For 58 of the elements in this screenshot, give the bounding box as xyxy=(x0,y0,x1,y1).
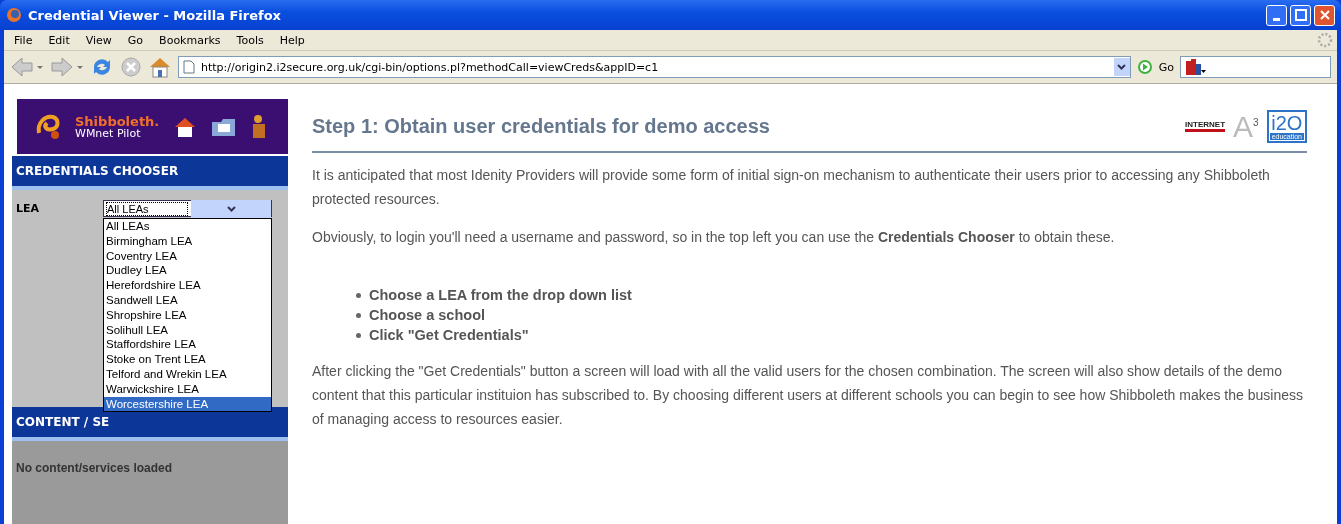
dropdown-option[interactable]: Stoke on Trent LEA xyxy=(104,352,271,367)
step-text: Choose a LEA from the drop down list xyxy=(369,286,632,305)
throbber-icon xyxy=(1317,32,1333,48)
go-icon[interactable] xyxy=(1136,59,1153,75)
menu-item[interactable]: Tools xyxy=(230,33,270,47)
people-icon[interactable] xyxy=(251,113,266,140)
minimize-button[interactable] xyxy=(1266,4,1287,26)
field-label: LEA xyxy=(16,202,40,215)
dropdown-option[interactable]: Herefordshire LEA xyxy=(104,278,271,293)
dropdown-option[interactable]: All LEAs xyxy=(104,219,271,234)
empty-message: No content/services loaded xyxy=(12,441,288,524)
dropdown-option[interactable]: Telford and Wrekin LEA xyxy=(104,366,271,382)
lea-select[interactable]: All LEAs xyxy=(103,200,272,217)
menu-item[interactable]: Go xyxy=(121,33,150,47)
page-icon xyxy=(183,60,195,74)
bullet-icon xyxy=(356,332,361,338)
dropdown-option[interactable]: Shropshire LEA xyxy=(104,307,271,323)
bullet-icon xyxy=(356,312,361,318)
step-text: Click "Get Credentials" xyxy=(369,326,529,345)
internet2-logo: INTERNET xyxy=(1185,121,1226,132)
maximize-button[interactable] xyxy=(1290,4,1311,26)
a3-logo: A$^{3}$ xyxy=(1233,111,1259,142)
menu-item[interactable]: Bookmarks xyxy=(153,33,227,47)
dropdown-option[interactable]: Worcestershire LEA xyxy=(104,396,271,412)
page-heading: Step 1: Obtain user credentials for demo access xyxy=(312,115,770,138)
chevron-icon xyxy=(1117,64,1127,70)
address-field[interactable]: http://origin2.i2secure.org.uk/cgi-bin/options.pl?methodCall=viewCreds&appID=c1 xyxy=(178,56,1131,78)
maximize-icon xyxy=(1294,9,1307,21)
close-button[interactable] xyxy=(1314,4,1335,26)
books-icon xyxy=(1185,58,1207,76)
menu-item[interactable]: View xyxy=(79,33,118,47)
dropdown-button[interactable] xyxy=(1113,58,1130,76)
menu-item[interactable]: Help xyxy=(273,33,311,47)
minimize-icon xyxy=(1273,17,1280,21)
firefox-icon xyxy=(6,7,22,23)
banner-subtitle: WMnet Pilot xyxy=(75,127,142,139)
dropdown-option[interactable]: Warwickshire LEA xyxy=(104,381,271,397)
paragraph: After clicking the "Get Credentials" button a screen will load with all the valid users for the chosen combination. The screen will also show details of the demo content that this particular instituion has subscribed to. By choosing different users at different schools you can begin to see how Shibboleth makes the business of managing access to resources easier. xyxy=(312,362,1304,429)
dropdown-option[interactable]: Sandwell LEA xyxy=(104,293,271,308)
chevron-icon xyxy=(226,205,236,212)
search-field[interactable] xyxy=(1180,56,1331,78)
paragraph: Obviously, to login you'll need a username and password, so in the top left you can use the Credentials Chooser to obtain these. xyxy=(312,228,1116,247)
bullet-icon xyxy=(356,292,361,298)
menu-item[interactable]: Edit xyxy=(42,33,76,47)
dropdown-option[interactable]: Solihull LEA xyxy=(104,322,271,338)
go-button[interactable]: Go xyxy=(1158,60,1174,74)
dropdown-option[interactable]: Dudley LEA xyxy=(104,263,271,279)
dropdown-option[interactable]: Staffordshire LEA xyxy=(104,337,271,353)
section-header: CONTENT / SE xyxy=(12,407,288,441)
menu-item[interactable]: File xyxy=(8,33,39,47)
section-header: CREDENTIALS CHOOSER xyxy=(12,156,288,190)
banner-title: Shibboleth. xyxy=(75,114,160,128)
close-icon xyxy=(1318,9,1331,21)
window-title: Credential Viewer - Mozilla Firefox xyxy=(28,7,282,23)
dropdown-option[interactable]: Coventry LEA xyxy=(104,248,271,264)
dropdown-option[interactable]: Birmingham LEA xyxy=(104,233,271,249)
paragraph: It is anticipated that most Idenity Providers will provide some form of initial sign-on mechanism to authenticate their users prior to accessing any Shibboleth protected resources. xyxy=(312,166,1271,209)
step-text: Choose a school xyxy=(369,306,486,325)
